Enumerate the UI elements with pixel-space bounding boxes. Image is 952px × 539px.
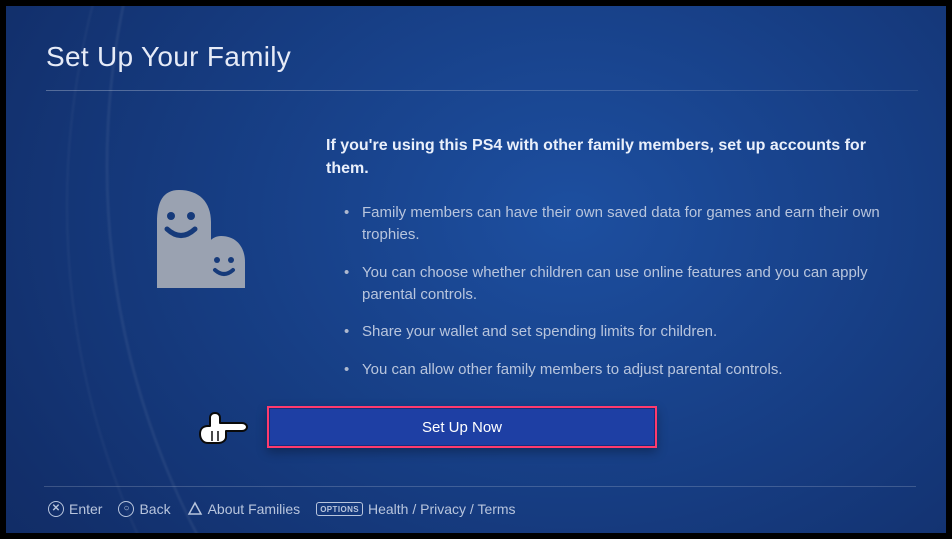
bullet-list: Family members can have their own saved … [344,202,886,381]
legend-health-privacy-terms: OPTIONS Health / Privacy / Terms [316,501,515,517]
button-legend: ✕ Enter ○ Back About Families OPTIONS He… [48,501,516,517]
title-divider [46,90,918,91]
cross-icon: ✕ [48,501,64,517]
legend-back: ○ Back [118,501,170,517]
legend-label: Health / Privacy / Terms [368,501,516,517]
legend-enter: ✕ Enter [48,501,102,517]
legend-label: Back [139,501,170,517]
legend-label: Enter [69,501,102,517]
bullet-item: Share your wallet and set spending limit… [344,321,886,343]
ps4-screen: Set Up Your Family If you're using this … [6,6,946,533]
family-icon [141,176,261,296]
legend-about-families: About Families [187,501,301,517]
triangle-icon [187,501,203,517]
page-title: Set Up Your Family [46,41,291,73]
cursor-hand-icon [196,403,252,445]
set-up-now-button[interactable]: Set Up Now [267,406,657,448]
legend-label: About Families [208,501,301,517]
bullet-item: Family members can have their own saved … [344,202,886,246]
bullet-item: You can choose whether children can use … [344,262,886,306]
options-icon: OPTIONS [316,502,363,516]
circle-icon: ○ [118,501,134,517]
bullet-item: You can allow other family members to ad… [344,359,886,381]
footer-divider [44,486,916,487]
intro-text: If you're using this PS4 with other fami… [326,134,886,180]
content-region: If you're using this PS4 with other fami… [326,134,886,397]
